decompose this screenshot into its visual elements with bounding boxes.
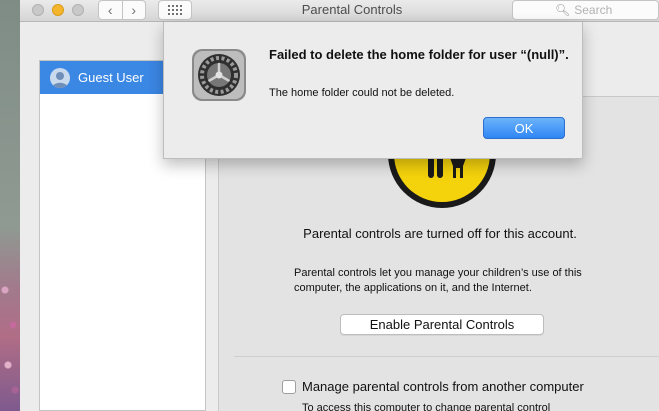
title-bar: ‹ › Parental Controls 🔍︎ Search bbox=[20, 0, 659, 22]
search-icon: 🔍︎ bbox=[555, 3, 571, 17]
remote-management-row: Manage parental controls from another co… bbox=[282, 379, 584, 394]
grid-icon bbox=[168, 5, 182, 15]
zoom-window-button[interactable] bbox=[72, 4, 84, 16]
minimize-window-button[interactable] bbox=[52, 4, 64, 16]
show-all-button[interactable] bbox=[158, 0, 192, 20]
status-text: Parental controls are turned off for thi… bbox=[303, 226, 577, 241]
enable-parental-controls-button[interactable]: Enable Parental Controls bbox=[340, 314, 544, 335]
window-title: Parental Controls bbox=[301, 2, 403, 17]
error-alert-sheet: Failed to delete the home folder for use… bbox=[163, 22, 583, 159]
forward-icon[interactable]: › bbox=[123, 1, 146, 19]
remote-management-subtext: To access this computer to change parent… bbox=[302, 402, 551, 411]
user-avatar-icon bbox=[50, 67, 70, 88]
remote-management-label: Manage parental controls from another co… bbox=[302, 379, 584, 394]
search-field[interactable]: 🔍︎ Search bbox=[512, 0, 659, 20]
system-preferences-gear-icon bbox=[192, 49, 246, 101]
search-placeholder: Search bbox=[574, 3, 613, 17]
description-text: Parental controls let you manage your ch… bbox=[294, 267, 582, 294]
sidebar-item-label: Guest User bbox=[78, 70, 144, 85]
remote-management-checkbox[interactable] bbox=[282, 379, 296, 394]
back-icon[interactable]: ‹ bbox=[99, 1, 123, 19]
back-forward-control: ‹ › bbox=[98, 0, 146, 20]
close-window-button[interactable] bbox=[32, 4, 44, 16]
divider bbox=[234, 356, 659, 357]
parental-controls-window: ‹ › Parental Controls 🔍︎ Search Guest Us… bbox=[20, 0, 659, 411]
ok-button[interactable]: OK bbox=[483, 117, 565, 139]
alert-message: The home folder could not be deleted. bbox=[269, 87, 455, 99]
desktop-background bbox=[0, 0, 20, 411]
alert-title: Failed to delete the home folder for use… bbox=[269, 47, 569, 62]
